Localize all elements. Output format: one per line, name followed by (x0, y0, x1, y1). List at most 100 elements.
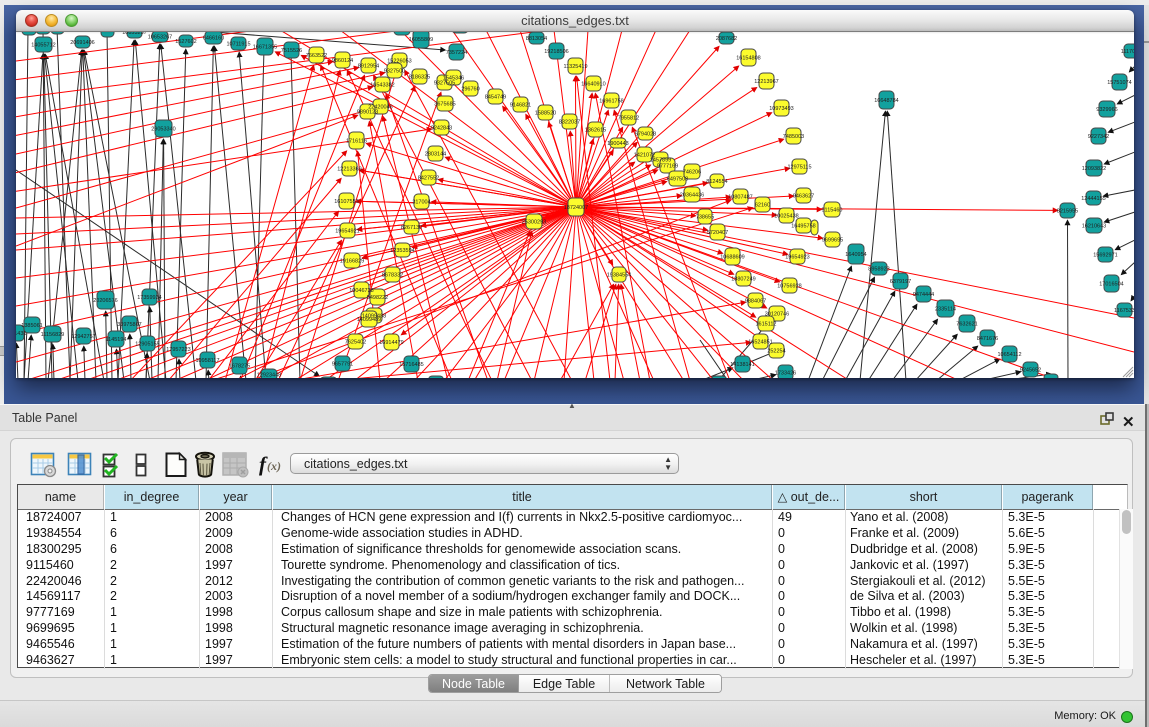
svg-text:746206: 746206 (683, 169, 701, 175)
svg-text:14055712: 14055712 (31, 42, 55, 48)
svg-text:9890123: 9890123 (357, 109, 378, 115)
svg-text:8678332: 8678332 (382, 272, 403, 278)
svg-text:12213369: 12213369 (337, 166, 361, 172)
svg-text:8454749: 8454749 (485, 94, 506, 100)
svg-text:17957223: 17957223 (166, 347, 190, 353)
svg-text:15226053: 15226053 (387, 58, 411, 64)
svg-text:25300293: 25300293 (522, 219, 546, 225)
svg-text:738655: 738655 (696, 214, 714, 220)
svg-text:7663522: 7663522 (306, 53, 327, 59)
svg-text:7515526: 7515526 (281, 48, 302, 54)
svg-text:19384554: 19384554 (607, 272, 631, 278)
svg-text:252254: 252254 (767, 348, 785, 354)
svg-text:1716116: 1716116 (346, 138, 367, 144)
svg-text:14138141: 14138141 (730, 362, 754, 368)
svg-text:9657791: 9657791 (332, 361, 353, 367)
svg-text:16524851: 16524851 (748, 339, 772, 345)
svg-text:18807249: 18807249 (731, 276, 755, 282)
svg-text:15751074: 15751074 (1107, 80, 1131, 86)
svg-text:8215955: 8215955 (1057, 208, 1078, 214)
svg-text:1678275: 1678275 (229, 363, 250, 369)
svg-text:6497508: 6497508 (667, 176, 688, 182)
svg-text:20691406: 20691406 (70, 40, 94, 46)
svg-text:15692971: 15692971 (1093, 252, 1117, 258)
svg-text:20206576: 20206576 (93, 298, 117, 304)
svg-text:7625402: 7625402 (345, 339, 366, 345)
svg-text:10688609: 10688609 (720, 254, 744, 260)
svg-text:1117004: 1117004 (1121, 49, 1134, 55)
svg-text:16671355: 16671355 (253, 44, 277, 50)
svg-text:2335114: 2335114 (935, 306, 956, 312)
svg-text:30120746: 30120746 (765, 311, 789, 317)
svg-text:10756928: 10756928 (777, 283, 801, 289)
svg-text:9242843: 9242843 (431, 125, 452, 131)
svg-text:12942757: 12942757 (71, 334, 95, 340)
svg-text:19218506: 19218506 (544, 49, 568, 55)
svg-text:1615112: 1615112 (755, 321, 776, 327)
svg-text:16107553: 16107553 (334, 199, 358, 205)
svg-text:1545346: 1545346 (443, 75, 464, 81)
svg-text:5498222: 5498222 (367, 295, 388, 301)
svg-text:10711915: 10711915 (226, 41, 250, 47)
svg-text:62160: 62160 (755, 202, 770, 208)
svg-text:1362615: 1362615 (585, 127, 606, 133)
svg-text:9146821: 9146821 (510, 102, 531, 108)
svg-text:16495758: 16495758 (791, 223, 815, 229)
svg-text:8958923: 8958923 (868, 266, 889, 272)
svg-text:7357224: 7357224 (446, 50, 467, 56)
svg-text:16543382: 16543382 (370, 82, 394, 88)
svg-text:15716485: 15716485 (399, 362, 423, 368)
svg-text:17359924: 17359924 (137, 295, 161, 301)
svg-text:317004: 317004 (412, 199, 430, 205)
svg-text:(x): (x) (267, 459, 281, 473)
svg-text:9699695: 9699695 (822, 237, 843, 243)
svg-text:8471676: 8471676 (977, 336, 998, 342)
svg-text:9227342: 9227342 (1088, 134, 1109, 140)
svg-text:10973493: 10973493 (769, 106, 793, 112)
svg-text:8427552: 8427552 (418, 175, 439, 181)
svg-text:10654112: 10654112 (997, 352, 1021, 358)
svg-text:10807487: 10807487 (728, 194, 752, 200)
svg-text:9884067: 9884067 (745, 298, 766, 304)
svg-text:18724007: 18724007 (564, 205, 588, 211)
svg-text:16055809: 16055809 (409, 37, 433, 43)
svg-text:1588520: 1588520 (535, 110, 556, 116)
svg-text:16914479: 16914479 (379, 340, 403, 346)
svg-text:1640954: 1640954 (845, 252, 866, 258)
svg-text:19654921: 19654921 (335, 228, 359, 234)
svg-text:9245652: 9245652 (1020, 367, 1041, 373)
svg-text:9860124: 9860124 (332, 58, 353, 64)
svg-text:10653267: 10653267 (148, 34, 172, 40)
svg-text:12444155: 12444155 (1081, 196, 1105, 202)
svg-text:9777169: 9777169 (657, 163, 678, 169)
svg-text:9474444: 9474444 (913, 292, 934, 298)
svg-text:9463627: 9463627 (793, 193, 814, 199)
svg-text:16640910: 16640910 (581, 81, 605, 87)
svg-text:1527602: 1527602 (175, 39, 196, 45)
svg-text:16210643: 16210643 (1082, 223, 1106, 229)
svg-text:8912954: 8912954 (358, 63, 379, 69)
svg-text:9329966: 9329966 (1096, 107, 1117, 113)
svg-text:2087682: 2087682 (716, 36, 737, 42)
svg-text:12213967: 12213967 (754, 79, 778, 85)
svg-text:6794028: 6794028 (635, 131, 656, 137)
svg-text:1733426: 1733426 (775, 370, 796, 376)
svg-text:2803144: 2803144 (425, 151, 446, 157)
svg-text:10958117: 10958117 (195, 358, 219, 364)
svg-text:33975867: 33975867 (117, 322, 141, 328)
svg-text:1167533: 1167533 (1114, 308, 1134, 314)
svg-text:10046738: 10046738 (349, 288, 373, 294)
svg-text:9327500: 9327500 (384, 68, 405, 74)
svg-text:12975115: 12975115 (787, 164, 811, 170)
svg-text:11156829: 11156829 (41, 332, 65, 338)
svg-text:8267130: 8267130 (401, 225, 422, 231)
svg-text:3911431: 3911431 (16, 331, 27, 337)
svg-text:12923448: 12923448 (257, 372, 281, 378)
svg-text:10025438: 10025438 (774, 213, 798, 219)
svg-text:8322037: 8322037 (559, 119, 580, 125)
svg-text:5720407: 5720407 (707, 230, 728, 236)
svg-text:1900443: 1900443 (607, 141, 628, 147)
svg-text:7485003: 7485003 (783, 134, 804, 140)
svg-text:8186325: 8186325 (409, 74, 430, 80)
svg-text:16154808: 16154808 (736, 55, 760, 61)
